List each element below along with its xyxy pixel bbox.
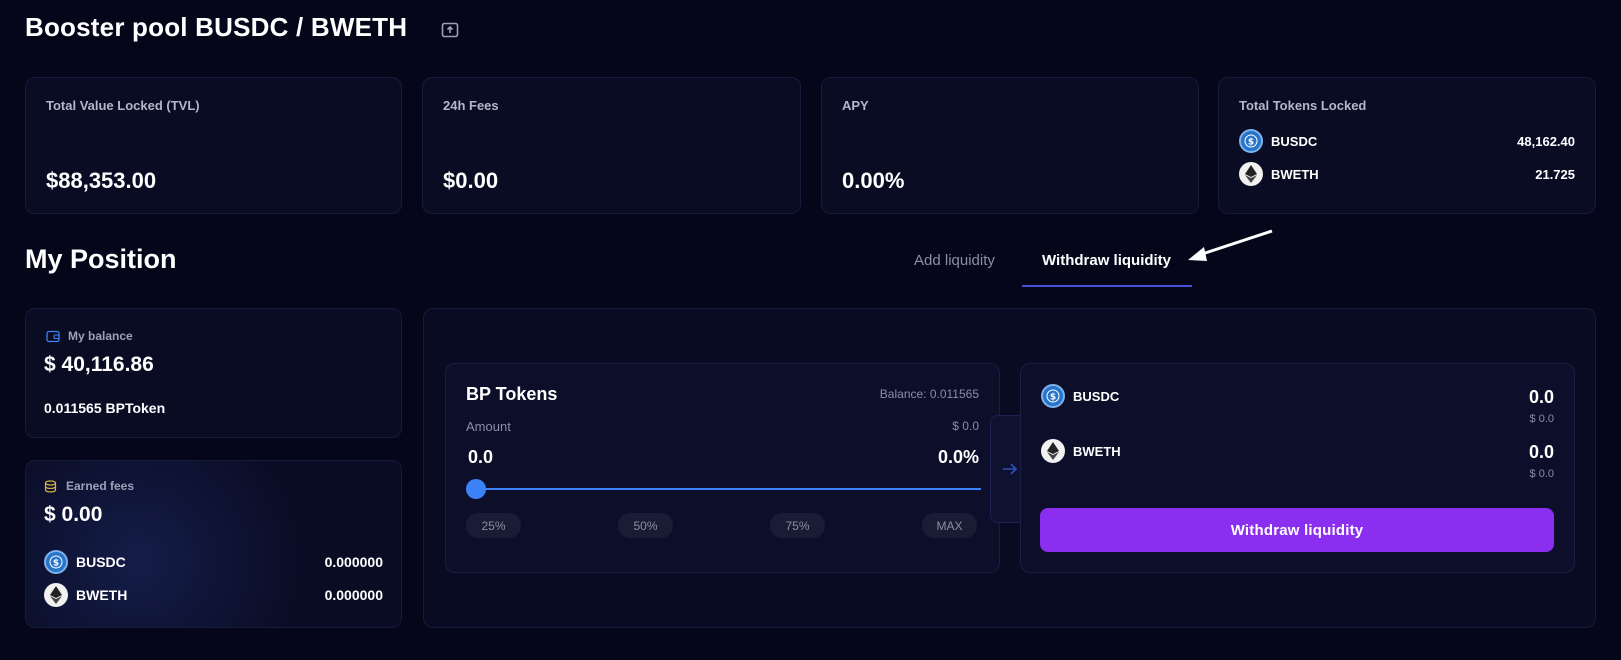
- my-balance-value: $ 40,116.86: [44, 353, 154, 376]
- bp-tokens-title: BP Tokens: [466, 384, 558, 404]
- tvl-card: Total Value Locked (TVL) $88,353.00: [25, 77, 402, 214]
- earned-fees-value: $ 0.00: [44, 503, 103, 526]
- active-tab-indicator: [1022, 285, 1192, 287]
- position-title: My Position: [25, 244, 177, 274]
- out-token-usd: $ 0.0: [1529, 468, 1554, 480]
- my-balance-card: My balance $ 40,116.86 0.011565 BPToken: [25, 308, 402, 438]
- slider-thumb[interactable]: [466, 479, 486, 499]
- apy-value: 0.00%: [842, 168, 905, 193]
- withdraw-slider[interactable]: [466, 479, 981, 499]
- out-token-amount: 0.0: [1528, 387, 1554, 407]
- earned-token-name: BUSDC: [76, 554, 126, 570]
- wallet-icon: [46, 330, 60, 343]
- annotation-arrow: [1188, 229, 1273, 261]
- amount-label: Amount: [466, 419, 511, 434]
- locked-token-value: 48,162.40: [1517, 133, 1575, 149]
- out-token-row: BWETH: [1041, 439, 1121, 463]
- bp-token-balance: 0.011565 BPToken: [44, 400, 166, 416]
- chip-max[interactable]: MAX: [922, 513, 977, 538]
- coins-icon: [44, 480, 57, 493]
- bp-balance: Balance: 0.011565: [879, 387, 979, 401]
- page-title: Booster pool BUSDC / BWETH: [25, 12, 408, 42]
- earned-fees-label: Earned fees: [66, 479, 135, 493]
- tab-withdraw-liquidity[interactable]: Withdraw liquidity: [1042, 252, 1171, 269]
- fees-value: $0.00: [443, 168, 499, 193]
- share-icon[interactable]: [440, 20, 460, 40]
- out-token-usd: $ 0.0: [1529, 413, 1554, 425]
- earned-token-value: 0.000000: [324, 554, 383, 570]
- usdc-coin-icon: $: [44, 550, 68, 574]
- percent-value: 0.0%: [937, 447, 979, 467]
- amount-input[interactable]: 0.0: [468, 447, 493, 468]
- tokens-locked-label: Total Tokens Locked: [1239, 98, 1367, 113]
- earned-fees-card: Earned fees $ 0.00 $ BUSDC 0.000000 BWET…: [25, 460, 402, 628]
- out-token-row: $ BUSDC: [1041, 384, 1119, 408]
- apy-label: APY: [842, 98, 869, 113]
- slider-track: [476, 488, 981, 490]
- tab-add-liquidity[interactable]: Add liquidity: [914, 252, 995, 269]
- chip-25[interactable]: 25%: [466, 513, 521, 538]
- chip-75[interactable]: 75%: [770, 513, 825, 538]
- my-balance-label: My balance: [68, 329, 133, 343]
- svg-text:$: $: [1050, 393, 1056, 403]
- tokens-locked-card: Total Tokens Locked $ BUSDC 48,162.40 BW…: [1218, 77, 1596, 214]
- eth-coin-icon: [1239, 162, 1263, 186]
- eth-coin-icon: [1041, 439, 1065, 463]
- earned-token-name: BWETH: [76, 587, 128, 603]
- locked-token-row: $ BUSDC 48,162.40: [1239, 128, 1575, 154]
- usdc-coin-icon: $: [1239, 129, 1263, 153]
- arrow-right-icon: [1003, 463, 1018, 475]
- svg-text:$: $: [1248, 138, 1254, 148]
- chip-50[interactable]: 50%: [618, 513, 673, 538]
- out-token-name: BUSDC: [1073, 388, 1120, 404]
- fees-card: 24h Fees $0.00: [422, 77, 801, 214]
- earned-token-value: 0.000000: [324, 587, 383, 603]
- eth-coin-icon: [44, 583, 68, 607]
- withdraw-liquidity-button[interactable]: Withdraw liquidity: [1040, 508, 1554, 552]
- usdc-coin-icon: $: [1041, 384, 1065, 408]
- locked-token-row: BWETH 21.725: [1239, 161, 1575, 187]
- locked-token-name: BUSDC: [1271, 133, 1318, 149]
- locked-token-value: 21.725: [1535, 166, 1575, 182]
- tvl-value: $88,353.00: [46, 168, 157, 193]
- tvl-label: Total Value Locked (TVL): [46, 98, 200, 113]
- out-token-amount: 0.0: [1528, 442, 1554, 462]
- apy-card: APY 0.00%: [821, 77, 1199, 214]
- bp-tokens-box: BP Tokens Balance: 0.011565 Amount $ 0.0…: [445, 363, 1000, 573]
- out-token-name: BWETH: [1073, 443, 1121, 459]
- earned-token-row: $ BUSDC 0.000000: [44, 549, 383, 575]
- earned-token-row: BWETH 0.000000: [44, 582, 383, 608]
- svg-text:$: $: [53, 559, 59, 569]
- amount-usd: $ 0.0: [952, 419, 979, 433]
- fees-label: 24h Fees: [443, 98, 499, 113]
- locked-token-name: BWETH: [1271, 166, 1319, 182]
